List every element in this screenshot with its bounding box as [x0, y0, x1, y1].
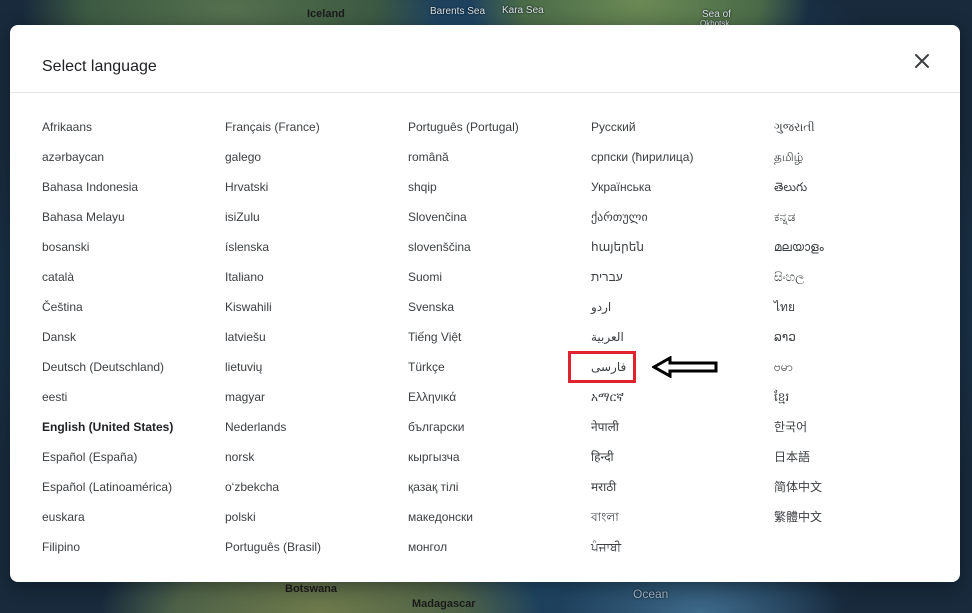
language-option[interactable]: Bahasa Indonesia [42, 179, 225, 209]
map-label: Ocean [633, 587, 669, 601]
language-option[interactable]: íslenska [225, 239, 408, 269]
language-option[interactable]: አማርኛ [591, 389, 774, 419]
language-option[interactable]: தமிழ் [774, 149, 957, 179]
language-option[interactable]: English (United States) [42, 419, 225, 449]
language-option[interactable]: Türkçe [408, 359, 591, 389]
language-column: ગુજરાતી தமிழ் తెలుగు ಕನ್ನಡ മലയാളം සිංහල ไทย ລາວ… [774, 119, 957, 569]
language-option[interactable]: magyar [225, 389, 408, 419]
language-option[interactable]: Hrvatski [225, 179, 408, 209]
language-option[interactable]: қазақ тілі [408, 479, 591, 509]
language-option[interactable]: galego [225, 149, 408, 179]
language-option[interactable]: ไทย [774, 299, 957, 329]
language-option[interactable]: Italiano [225, 269, 408, 299]
language-option[interactable]: Português (Portugal) [408, 119, 591, 149]
close-icon [915, 54, 929, 68]
language-option[interactable]: Français (France) [225, 119, 408, 149]
language-option[interactable]: српски (ћирилица) [591, 149, 774, 179]
language-option[interactable]: සිංහල [774, 269, 957, 299]
language-column: Português (Portugal) română shqip Slovenčin… [408, 119, 591, 569]
language-column: Русский српски (ћирилица) Українська ქართულ… [591, 119, 774, 569]
language-option[interactable]: Suomi [408, 269, 591, 299]
language-option[interactable]: Afrikaans [42, 119, 225, 149]
left-arrow-icon [652, 356, 718, 378]
language-option[interactable]: български [408, 419, 591, 449]
language-option[interactable]: اردو [591, 299, 774, 329]
language-option[interactable]: עברית [591, 269, 774, 299]
language-option[interactable]: नेपाली [591, 419, 774, 449]
map-label: Kara Sea [502, 5, 544, 16]
dialog-title: Select language [42, 58, 157, 75]
language-option[interactable]: Dansk [42, 329, 225, 359]
map-label: Botswana [285, 583, 337, 595]
language-option[interactable]: català [42, 269, 225, 299]
language-option[interactable]: Українська [591, 179, 774, 209]
language-list: Afrikaans azərbaycan Bahasa Indonesia Bahas… [42, 119, 957, 569]
language-option[interactable]: македонски [408, 509, 591, 539]
language-option[interactable]: bosanski [42, 239, 225, 269]
language-option[interactable]: ខ្មែរ [774, 389, 957, 419]
language-option[interactable]: polski [225, 509, 408, 539]
language-option[interactable]: Ελληνικά [408, 389, 591, 419]
language-option[interactable]: кыргызча [408, 449, 591, 479]
language-option[interactable]: Tiếng Việt [408, 329, 591, 359]
language-option[interactable]: norsk [225, 449, 408, 479]
close-button[interactable] [910, 49, 934, 73]
dialog-header: Select language [10, 25, 960, 93]
language-option[interactable]: 繁體中文 [774, 509, 957, 539]
language-option[interactable]: eesti [42, 389, 225, 419]
language-option[interactable]: ქართული [591, 209, 774, 239]
language-option[interactable]: 日本語 [774, 449, 957, 479]
language-option[interactable]: ಕನ್ನಡ [774, 209, 957, 239]
language-option[interactable]: shqip [408, 179, 591, 209]
language-option[interactable]: ລາວ [774, 329, 957, 359]
language-option[interactable]: Filipino [42, 539, 225, 569]
language-option[interactable]: azərbaycan [42, 149, 225, 179]
language-option[interactable]: Español (Latinoamérica) [42, 479, 225, 509]
map-label: Iceland [307, 8, 345, 20]
annotation-highlight-box [568, 351, 636, 383]
language-option[interactable]: slovenščina [408, 239, 591, 269]
language-column: Afrikaans azərbaycan Bahasa Indonesia Bahas… [42, 119, 225, 569]
language-option[interactable]: lietuvių [225, 359, 408, 389]
language-option[interactable]: ဗမာ [774, 359, 957, 389]
language-column: Français (France) galego Hrvatski isiZulu ís… [225, 119, 408, 569]
language-option[interactable]: монгол [408, 539, 591, 569]
language-option[interactable]: Slovenčina [408, 209, 591, 239]
language-option[interactable]: 한국어 [774, 419, 957, 449]
language-option[interactable]: Español (España) [42, 449, 225, 479]
language-option[interactable]: Kiswahili [225, 299, 408, 329]
language-option[interactable]: বাংলা [591, 509, 774, 539]
language-option[interactable]: हिन्दी [591, 449, 774, 479]
language-option[interactable]: 简体中文 [774, 479, 957, 509]
language-option[interactable]: Bahasa Melayu [42, 209, 225, 239]
map-label: Madagascar [412, 598, 476, 610]
language-option[interactable]: తెలుగు [774, 179, 957, 209]
language-dialog: Select language Afrikaans azərbaycan Bahas… [10, 25, 960, 582]
language-option[interactable]: română [408, 149, 591, 179]
language-option[interactable]: ગુજરાતી [774, 119, 957, 149]
language-option[interactable]: ਪੰਜਾਬੀ [591, 539, 774, 569]
language-option[interactable]: Deutsch (Deutschland) [42, 359, 225, 389]
language-option[interactable]: հայերեն [591, 239, 774, 269]
language-option[interactable]: മലയാളം [774, 239, 957, 269]
language-option[interactable]: latviešu [225, 329, 408, 359]
language-option[interactable]: isiZulu [225, 209, 408, 239]
language-option[interactable]: euskara [42, 509, 225, 539]
language-option[interactable]: मराठी [591, 479, 774, 509]
language-option[interactable]: Português (Brasil) [225, 539, 408, 569]
map-label: Barents Sea [430, 6, 486, 17]
language-option[interactable]: Nederlands [225, 419, 408, 449]
language-option[interactable]: Čeština [42, 299, 225, 329]
language-option[interactable]: Русский [591, 119, 774, 149]
language-option[interactable]: Svenska [408, 299, 591, 329]
language-option[interactable]: o‘zbekcha [225, 479, 408, 509]
